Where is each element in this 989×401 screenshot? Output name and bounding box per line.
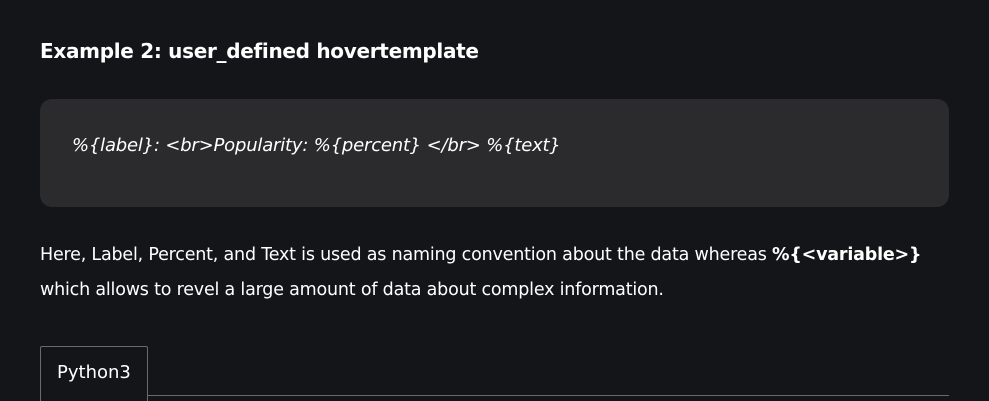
paragraph-text-start: Here, Label, Percent, and Text is used a… [40,245,773,265]
article-section: Example 2: user_defined hovertemplate %{… [0,0,989,401]
example-heading: Example 2: user_defined hovertemplate [40,39,479,63]
paragraph-bold-variable: %{<variable>} [772,245,922,265]
hovertemplate-code-block: %{label}: <br>Popularity: %{percent} </b… [40,99,949,207]
hovertemplate-code-text: %{label}: <br>Popularity: %{percent} </b… [72,135,561,156]
code-tabs-divider [40,395,949,396]
paragraph-text-end: which allows to revel a large amount of … [40,280,664,300]
explanation-paragraph: Here, Label, Percent, and Text is used a… [40,238,940,308]
tab-python3[interactable]: Python3 [40,346,148,401]
